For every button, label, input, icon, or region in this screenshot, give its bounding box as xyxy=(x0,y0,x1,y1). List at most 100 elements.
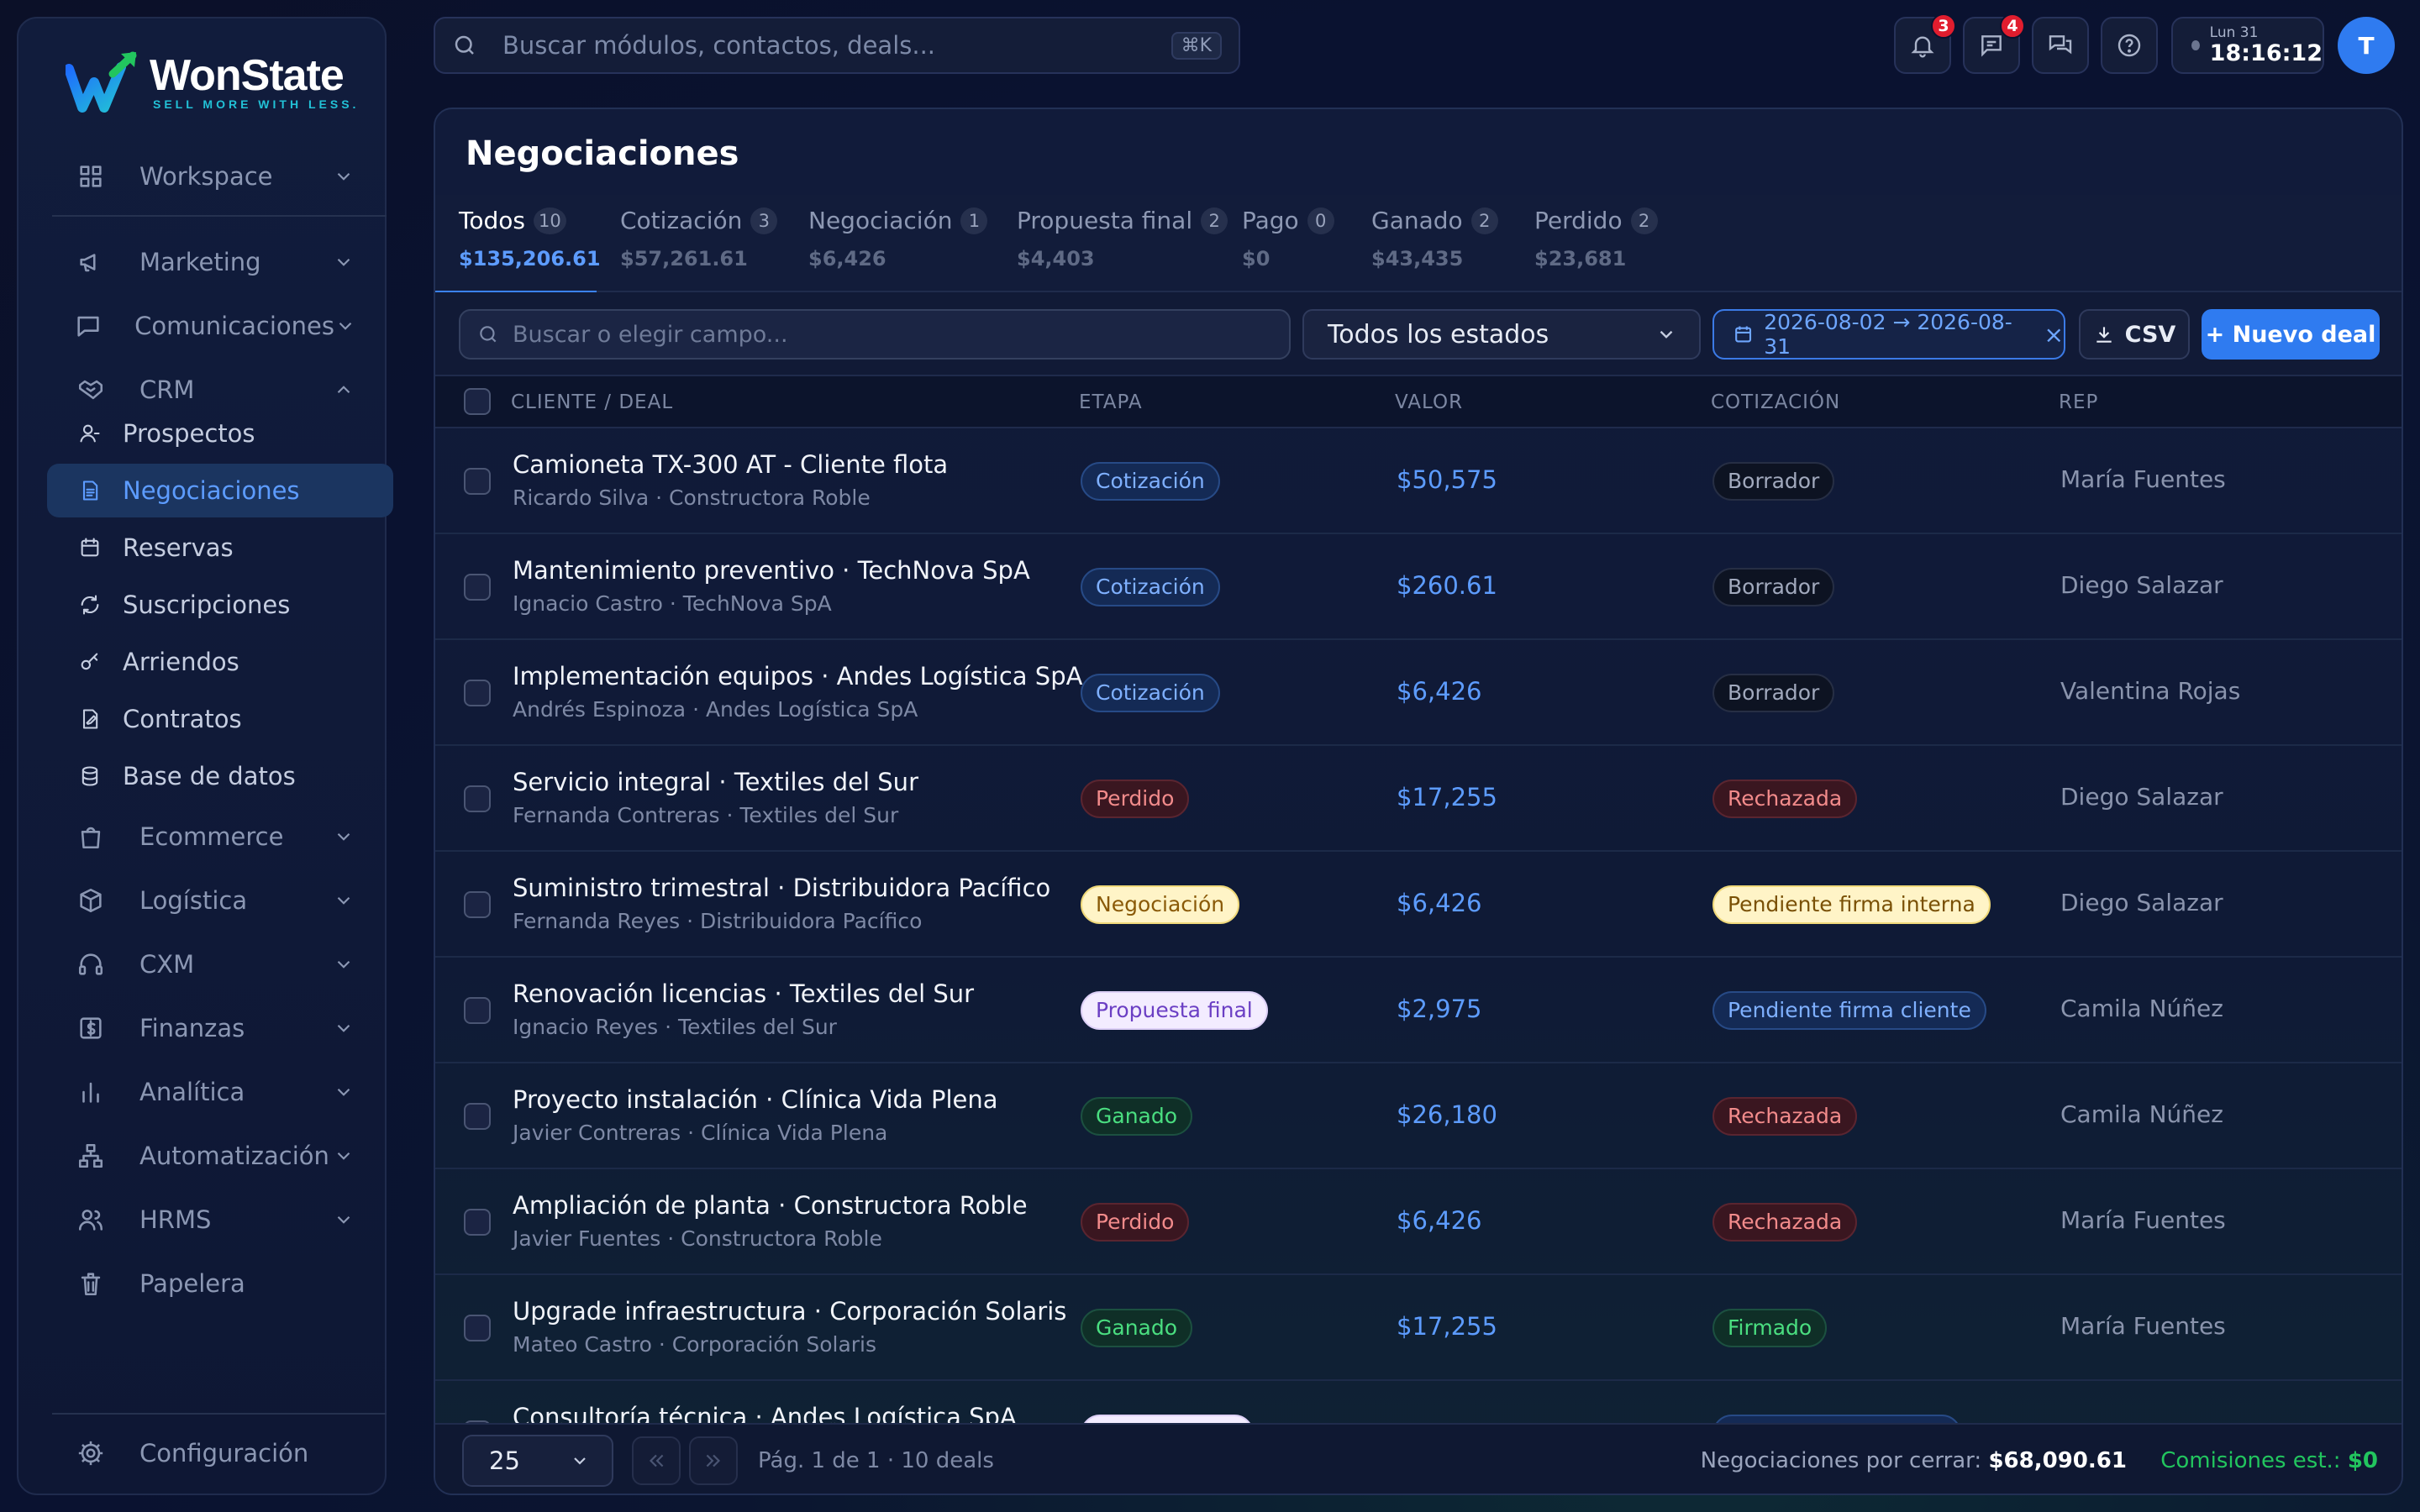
column-header-rep[interactable]: REP xyxy=(2059,391,2098,413)
column-header-cliente[interactable]: CLIENTE / DEAL xyxy=(511,391,673,413)
tab-ganado[interactable]: Ganado 2 $43,435 xyxy=(1348,195,1511,292)
tab-label: Ganado xyxy=(1371,207,1463,234)
tab-pago[interactable]: Pago 0 $0 xyxy=(1218,195,1348,292)
column-header-valor[interactable]: VALOR xyxy=(1395,391,1463,413)
sidebar-group-label: Papelera xyxy=(139,1269,245,1298)
deal-title[interactable]: Ampliación de planta · Constructora Robl… xyxy=(513,1191,1028,1220)
tab-perdido[interactable]: Perdido 2 $23,681 xyxy=(1511,195,1658,292)
sidebar-item-contratos[interactable]: Contratos xyxy=(47,692,393,746)
sidebar-group-ecommerce[interactable]: Ecommerce xyxy=(42,810,381,864)
deal-title[interactable]: Upgrade infraestructura · Corporación So… xyxy=(513,1297,1066,1326)
status-select[interactable]: Todos los estados xyxy=(1302,309,1701,360)
refresh-icon xyxy=(76,591,104,619)
row-checkbox[interactable] xyxy=(464,468,491,495)
deal-title[interactable]: Consultoría técnica · Andes Logística Sp… xyxy=(513,1403,1017,1423)
deal-value: $260.61 xyxy=(1397,571,1497,600)
stage-badge: Negociación xyxy=(1081,885,1240,924)
row-checkbox[interactable] xyxy=(464,997,491,1024)
sidebar-group-cxm[interactable]: CXM xyxy=(42,937,381,991)
table-footer: 25 Pág. 1 de 1 · 10 deals Negociaciones … xyxy=(435,1423,2402,1494)
table-row[interactable]: Camioneta TX-300 AT - Cliente flota Ricar… xyxy=(435,428,2402,534)
tab-todos[interactable]: Todos 10 $135,206.61 xyxy=(435,195,601,294)
sidebar-group-comunicaciones[interactable]: Comunicaciones xyxy=(42,299,381,353)
row-checkbox[interactable] xyxy=(464,1315,491,1341)
deal-title[interactable]: Proyecto instalación · Clínica Vida Plen… xyxy=(513,1085,998,1114)
table-row[interactable]: Suministro trimestral · Distribuidora Pa… xyxy=(435,852,2402,958)
dollar-icon xyxy=(74,1011,108,1045)
deal-title[interactable]: Camioneta TX-300 AT - Cliente flota xyxy=(513,450,948,479)
row-checkbox[interactable] xyxy=(464,785,491,812)
help-button[interactable] xyxy=(2101,17,2158,74)
sidebar-group-finanzas[interactable]: Finanzas xyxy=(42,1001,381,1055)
table-row[interactable]: Servicio integral · Textiles del Sur Fern… xyxy=(435,746,2402,852)
sidebar-group-hrms[interactable]: HRMS xyxy=(42,1193,381,1247)
tab-propuesta-final[interactable]: Propuesta final 2 $4,403 xyxy=(993,195,1228,292)
user-icon xyxy=(76,419,104,448)
deal-contact: Andrés Espinoza · Andes Logística SpA xyxy=(513,697,918,722)
tab-label: Negociación xyxy=(808,207,953,234)
sidebar-item-reservas[interactable]: Reservas xyxy=(47,521,393,575)
csv-export-button[interactable]: CSV xyxy=(2079,309,2190,360)
chevron-down-icon xyxy=(574,1457,586,1465)
deal-title[interactable]: Suministro trimestral · Distribuidora Pa… xyxy=(513,874,1050,902)
sidebar-group-automatizacion[interactable]: Automatización xyxy=(42,1129,381,1183)
sidebar-item-label: Base de datos xyxy=(123,762,296,790)
tab-label: Cotización xyxy=(620,207,743,234)
global-search-input[interactable]: Buscar módulos, contactos, deals... ⌘K xyxy=(434,17,1240,74)
sidebar-item-base-de-datos[interactable]: Base de datos xyxy=(47,749,393,803)
chevron-down-icon xyxy=(331,1016,356,1041)
select-all-checkbox[interactable] xyxy=(464,388,491,415)
messages-button[interactable]: 4 xyxy=(1963,13,2025,74)
deal-title[interactable]: Servicio integral · Textiles del Sur xyxy=(513,768,918,796)
stage-badge xyxy=(1081,1415,1254,1423)
deal-contact: Ignacio Castro · TechNova SpA xyxy=(513,591,832,616)
deal-contact: Ignacio Reyes · Textiles del Sur xyxy=(513,1015,837,1039)
sidebar-group-marketing[interactable]: Marketing xyxy=(42,235,381,289)
date-range-filter[interactable]: 2026-08-02 → 2026-08-31 × xyxy=(1712,309,2065,360)
column-header-cotizacion[interactable]: COTIZACIÓN xyxy=(1711,391,1840,413)
sidebar-item-arriendos[interactable]: Arriendos xyxy=(47,635,393,689)
table-row[interactable]: Mantenimiento preventivo · TechNova SpA I… xyxy=(435,534,2402,640)
sidebar-item-suscripciones[interactable]: Suscripciones xyxy=(47,578,393,632)
row-checkbox[interactable] xyxy=(464,1103,491,1130)
notifications-button[interactable]: 3 xyxy=(1894,13,1956,74)
table-row[interactable]: Ampliación de planta · Constructora Robl… xyxy=(435,1169,2402,1275)
sidebar-group-papelera[interactable]: Papelera xyxy=(42,1257,381,1310)
deal-title[interactable]: Renovación licencias · Textiles del Sur xyxy=(513,979,974,1008)
table-row[interactable]: Upgrade infraestructura · Corporación So… xyxy=(435,1275,2402,1381)
rep-name: Camila Núñez xyxy=(2060,995,2223,1022)
new-deal-button[interactable]: + Nuevo deal xyxy=(2202,309,2380,360)
database-icon xyxy=(76,762,104,790)
sidebar-group-analitica[interactable]: Analítica xyxy=(42,1065,381,1119)
user-avatar[interactable]: T xyxy=(2338,17,2395,74)
sidebar-group-workspace[interactable]: Workspace xyxy=(42,150,381,203)
chat-button[interactable] xyxy=(2032,17,2089,74)
tab-cotizacion[interactable]: Cotización 3 $57,261.61 xyxy=(597,195,785,292)
tab-negociacion[interactable]: Negociación 1 $6,426 xyxy=(785,195,993,292)
row-checkbox[interactable] xyxy=(464,1209,491,1236)
commission-label: Comisiones est.: xyxy=(2160,1448,2341,1473)
row-checkbox[interactable] xyxy=(464,680,491,706)
sidebar-item-configuracion[interactable]: Configuración xyxy=(42,1426,381,1480)
deals-panel: Negociaciones Todos 10 $135,206.61 Cotizaci… xyxy=(434,108,2403,1495)
column-header-etapa[interactable]: ETAPA xyxy=(1079,391,1143,413)
page-size-select[interactable]: 25 xyxy=(462,1435,613,1487)
table-row[interactable]: Renovación licencias · Textiles del Sur I… xyxy=(435,958,2402,1063)
deal-title[interactable]: Implementación equipos · Andes Logística… xyxy=(513,662,1082,690)
row-checkbox[interactable] xyxy=(464,891,491,918)
table-row[interactable]: Proyecto instalación · Clínica Vida Plen… xyxy=(435,1063,2402,1169)
brand-logo[interactable]: WonState SELL MORE WITH LESS. xyxy=(66,40,368,124)
deal-value: $17,255 xyxy=(1397,1312,1497,1341)
field-search-input[interactable]: Buscar o elegir campo... xyxy=(459,309,1291,360)
table-row[interactable]: Implementación equipos · Andes Logística… xyxy=(435,640,2402,746)
prev-page-button[interactable] xyxy=(632,1436,681,1485)
sidebar-item-negociaciones[interactable]: Negociaciones xyxy=(47,464,393,517)
next-page-button[interactable] xyxy=(689,1436,738,1485)
sidebar-item-prospectos[interactable]: Prospectos xyxy=(47,407,393,460)
quote-status-badge: Borrador xyxy=(1712,674,1835,712)
clear-date-icon[interactable]: × xyxy=(2044,321,2064,349)
row-checkbox[interactable] xyxy=(464,574,491,601)
deal-title[interactable]: Mantenimiento preventivo · TechNova SpA xyxy=(513,556,1030,585)
table-row[interactable]: Consultoría técnica · Andes Logística Sp… xyxy=(435,1381,2402,1423)
sidebar-group-logistica[interactable]: Logística xyxy=(42,874,381,927)
